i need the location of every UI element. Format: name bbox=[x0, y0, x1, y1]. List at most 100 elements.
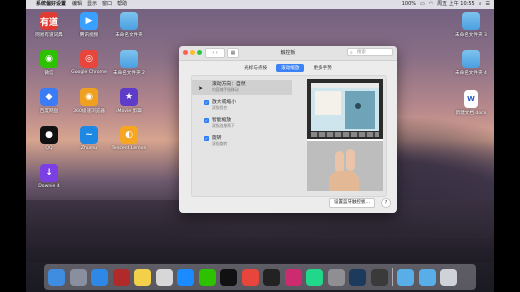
system-preferences-icon[interactable] bbox=[327, 268, 345, 286]
downloads-folder-icon[interactable] bbox=[418, 268, 436, 286]
search-input[interactable]: ⌕ 搜索 bbox=[347, 48, 393, 56]
imovie-icon: ★ bbox=[120, 88, 138, 106]
preview-thumbnails bbox=[311, 132, 379, 137]
tab-point-click[interactable]: 光标与点按 bbox=[239, 64, 272, 72]
battery-percent[interactable]: 100% bbox=[402, 0, 416, 9]
desktop-icon-label: 未命名文件夹 bbox=[115, 33, 143, 38]
launchpad-icon[interactable] bbox=[69, 268, 87, 286]
tencent-video-icon: ▶ bbox=[80, 12, 98, 30]
desktop-icon-label: Tencent Lemon bbox=[111, 146, 147, 151]
hand bbox=[329, 171, 359, 191]
gesture-subtitle: 双指连按两下 bbox=[212, 123, 235, 128]
gesture-subtitle: 双指旋转 bbox=[212, 141, 228, 146]
desktop-icon-label: iMovie 剪辑 bbox=[116, 109, 142, 114]
gesture-smart-zoom[interactable]: ✓ 智能缩放 双指连按两下 bbox=[192, 116, 292, 131]
menu-bar: 系统偏好设置 编辑 显示 窗口 帮助 100% ▭ ◠ 周五 上午 10:55 … bbox=[26, 0, 494, 9]
360-browser-icon: ◉ bbox=[80, 88, 98, 106]
notes-icon[interactable] bbox=[134, 268, 151, 286]
desktop: 系统偏好设置 编辑 显示 窗口 帮助 100% ▭ ◠ 周五 上午 10:55 … bbox=[0, 0, 520, 292]
desktop-icon-label: 未命名文件夹 4 bbox=[455, 71, 487, 76]
desktop-item[interactable]: ◐ Tencent Lemon bbox=[106, 126, 152, 151]
app-store-icon[interactable] bbox=[177, 268, 194, 286]
menu-edit[interactable]: 编辑 bbox=[72, 0, 82, 9]
trash-icon[interactable] bbox=[440, 268, 457, 286]
letterbox-left bbox=[0, 0, 26, 292]
lemon-icon: ◐ bbox=[120, 126, 138, 144]
finger-1 bbox=[335, 151, 344, 173]
desktop-item[interactable]: ★ iMovie 剪辑 bbox=[106, 88, 152, 114]
qq-icon[interactable] bbox=[220, 268, 237, 286]
trackpad-preferences-window: ‹ › ▦ 触控板 ⌕ 搜索 光标与点按 滚动缩放 更多手势 滚动方向：自然 内容随… bbox=[179, 46, 397, 213]
gesture-title: 放大或缩小 bbox=[212, 100, 236, 105]
search-icon: ⌕ bbox=[350, 50, 353, 56]
folder-icon[interactable] bbox=[397, 268, 414, 286]
tab-scroll-zoom[interactable]: 滚动缩放 bbox=[276, 64, 305, 72]
zhumu-icon: ~ bbox=[80, 126, 98, 144]
gesture-title: 旋转 bbox=[212, 136, 222, 141]
pycharm-icon[interactable] bbox=[306, 268, 323, 286]
desktop-folder-3[interactable]: 未命名文件夹 3 bbox=[448, 12, 494, 38]
preview-icon[interactable] bbox=[155, 268, 173, 286]
gesture-title: 滚动方向：自然 bbox=[212, 82, 246, 87]
smart-zoom-checkbox[interactable]: ✓ bbox=[204, 118, 209, 123]
desktop-item[interactable]: ↓ Downie 4 bbox=[26, 164, 72, 189]
safari-icon[interactable] bbox=[91, 268, 108, 286]
finder-icon[interactable] bbox=[48, 268, 65, 286]
photo-booth-icon[interactable] bbox=[112, 268, 130, 286]
menu-app-name[interactable]: 系统偏好设置 bbox=[36, 0, 66, 9]
gesture-preview bbox=[307, 79, 383, 191]
desktop-item[interactable]: 未命名文件夹 bbox=[106, 12, 152, 38]
dock-separator bbox=[392, 268, 393, 286]
intellij-icon[interactable] bbox=[284, 268, 302, 286]
setup-bluetooth-trackpad-button[interactable]: 设置蓝牙触控板… bbox=[329, 198, 375, 208]
desktop-icon-label: 新建文档.docx bbox=[455, 111, 487, 116]
preview-lamp-icon bbox=[355, 103, 361, 109]
gesture-zoom[interactable]: ✓ 放大或缩小 双指捏合 bbox=[192, 98, 292, 113]
letterbox-right bbox=[494, 0, 520, 292]
spotlight-icon[interactable]: ⌕ bbox=[479, 0, 482, 9]
battery-icon[interactable]: ▭ bbox=[420, 0, 425, 9]
finger-2 bbox=[346, 149, 355, 171]
wifi-icon[interactable]: ◠ bbox=[429, 0, 433, 9]
youdao-icon: 有道 bbox=[40, 12, 58, 30]
window-titlebar: ‹ › ▦ 触控板 ⌕ 搜索 bbox=[179, 46, 397, 61]
folder-icon bbox=[120, 50, 138, 68]
wechat-icon: ◉ bbox=[40, 50, 58, 68]
rotate-checkbox[interactable]: ✓ bbox=[204, 136, 209, 141]
zoom-checkbox[interactable]: ✓ bbox=[204, 100, 209, 105]
preview-panel bbox=[315, 91, 341, 115]
chrome-icon: ◎ bbox=[80, 50, 98, 68]
desktop-docx-file[interactable]: W 新建文档.docx bbox=[448, 90, 494, 116]
wechat-icon[interactable] bbox=[198, 268, 216, 286]
menu-help[interactable]: 帮助 bbox=[117, 0, 127, 9]
preview-image bbox=[345, 91, 375, 129]
help-button[interactable]: ? bbox=[381, 198, 391, 208]
gesture-scroll-direction[interactable]: 滚动方向：自然 内容随手指移动 ➤ bbox=[192, 80, 292, 95]
search-placeholder: 搜索 bbox=[357, 50, 366, 55]
desktop-item[interactable]: 未命名文件夹 2 bbox=[106, 50, 152, 76]
gesture-rotate[interactable]: ✓ 旋转 双指旋转 bbox=[192, 134, 292, 149]
folder-icon bbox=[120, 12, 138, 30]
terminal-icon[interactable] bbox=[263, 268, 280, 286]
preview-window-toolbar bbox=[311, 83, 379, 88]
desktop-icon-label: 未命名文件夹 2 bbox=[113, 71, 145, 76]
menu-view[interactable]: 显示 bbox=[87, 0, 97, 9]
gesture-subtitle: 内容随手指移动 bbox=[212, 87, 239, 92]
notification-center-icon[interactable]: ☰ bbox=[486, 0, 490, 9]
trackpad-illustration bbox=[307, 141, 383, 191]
menu-window[interactable]: 窗口 bbox=[102, 0, 112, 9]
tab-bar: 光标与点按 滚动缩放 更多手势 bbox=[179, 64, 397, 72]
settings-panel: 滚动方向：自然 内容随手指移动 ➤ ✓ 放大或缩小 双指捏合 ✓ 智能缩放 双指… bbox=[191, 75, 387, 197]
downie-icon: ↓ bbox=[40, 164, 58, 182]
clock[interactable]: 周五 上午 10:55 bbox=[437, 0, 475, 9]
screenshot-icon[interactable] bbox=[370, 268, 388, 286]
chrome-icon[interactable] bbox=[241, 268, 259, 286]
preview-window bbox=[311, 83, 379, 131]
folder-icon bbox=[462, 12, 480, 30]
word-doc-icon: W bbox=[464, 90, 478, 108]
desktop-folder-4[interactable]: 未命名文件夹 4 bbox=[448, 50, 494, 76]
tab-more-gestures[interactable]: 更多手势 bbox=[308, 64, 336, 72]
preview-screen bbox=[307, 79, 383, 139]
quicktime-icon[interactable] bbox=[349, 268, 366, 286]
desktop-icon-label: Downie 4 bbox=[38, 184, 60, 189]
